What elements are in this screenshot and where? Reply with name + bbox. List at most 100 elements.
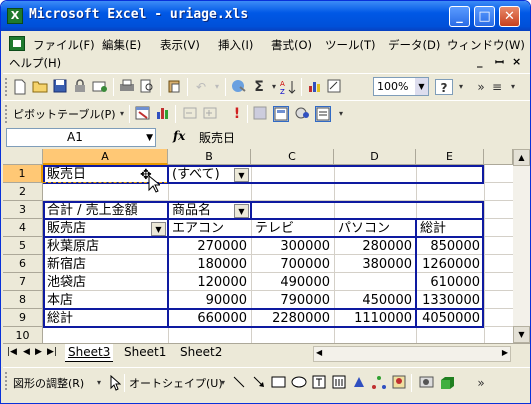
hide-detail-icon[interactable] xyxy=(183,106,199,122)
column-field-dropdown-button[interactable]: ▼ xyxy=(234,204,249,218)
autoshape-menu[interactable]: オートシェイプ(U) xyxy=(129,375,223,391)
paste-icon[interactable] xyxy=(166,79,182,95)
options-dropdown-icon[interactable]: ▾ xyxy=(505,79,521,95)
help-dropdown-icon[interactable]: ▾ xyxy=(453,79,469,95)
undo-icon[interactable]: ↶ xyxy=(193,79,209,95)
row-header-10[interactable]: 10 xyxy=(3,327,43,343)
cell-d7[interactable] xyxy=(334,274,416,292)
scroll-down-icon[interactable]: ▼ xyxy=(513,326,530,343)
cell-e7[interactable]: 610000 xyxy=(416,274,484,292)
row-header-3[interactable]: 3 xyxy=(3,201,43,219)
cell-d9[interactable]: 1110000 xyxy=(334,310,416,328)
formula-input[interactable]: 販売日 xyxy=(199,129,235,146)
mail-icon[interactable] xyxy=(92,79,108,95)
cell-b8[interactable]: 90000 xyxy=(168,292,251,310)
cell-b7[interactable]: 120000 xyxy=(168,274,251,292)
wordart-icon[interactable] xyxy=(351,375,367,391)
field-list-icon[interactable] xyxy=(315,106,331,122)
adjust-dropdown-icon[interactable]: ▾ xyxy=(91,375,107,391)
maximize-button[interactable]: □ xyxy=(474,6,495,27)
row-header-5[interactable]: 5 xyxy=(3,237,43,255)
cell-e5[interactable]: 850000 xyxy=(416,238,484,256)
cell-a7[interactable]: 池袋店 xyxy=(45,274,167,292)
cell-a8[interactable]: 本店 xyxy=(45,292,167,310)
menu-edit[interactable]: 編集(E) xyxy=(102,37,141,53)
more-icon[interactable]: » xyxy=(473,79,489,95)
hyperlink-icon[interactable] xyxy=(231,79,247,95)
3d-icon[interactable] xyxy=(439,375,455,391)
new-icon[interactable] xyxy=(12,79,28,95)
scroll-up-icon[interactable]: ▲ xyxy=(513,149,530,166)
cell-a4[interactable]: 販売店 xyxy=(45,220,150,238)
insert-function-icon[interactable]: fx xyxy=(173,129,185,143)
textbox-icon[interactable] xyxy=(311,375,327,391)
line-icon[interactable] xyxy=(231,375,247,391)
cell-d8[interactable]: 450000 xyxy=(334,292,416,310)
row-field-dropdown-button[interactable]: ▼ xyxy=(151,222,166,236)
menu-insert[interactable]: 挿入(I) xyxy=(218,37,253,53)
print-preview-icon[interactable] xyxy=(139,79,155,95)
cell-b5[interactable]: 270000 xyxy=(168,238,251,256)
select-all-corner[interactable] xyxy=(3,149,43,165)
cell-d4[interactable]: パソコン xyxy=(336,220,415,238)
more-icon[interactable]: » xyxy=(473,375,489,391)
row-header-8[interactable]: 8 xyxy=(3,291,43,309)
pivot-menu-dropdown-icon[interactable]: ▾ xyxy=(114,106,130,122)
row-header-4[interactable]: 4 xyxy=(3,219,43,237)
vertical-textbox-icon[interactable] xyxy=(331,375,347,391)
toolbar-grip[interactable] xyxy=(5,105,8,123)
draw-adjust-menu[interactable]: 図形の調整(R) xyxy=(13,375,84,391)
picture-icon[interactable] xyxy=(419,375,435,391)
next-sheet-icon[interactable]: ▶ xyxy=(35,347,42,357)
doc-close-button[interactable]: × xyxy=(512,55,521,68)
cell-e9[interactable]: 4050000 xyxy=(416,310,484,328)
cell-b3[interactable]: 商品名 xyxy=(170,202,236,220)
menu-view[interactable]: 表示(V) xyxy=(160,37,200,53)
last-sheet-icon[interactable]: ▶| xyxy=(47,347,57,357)
row-header-6[interactable]: 6 xyxy=(3,255,43,273)
column-header-c[interactable]: C xyxy=(251,149,334,165)
scroll-left-icon[interactable]: ◀ xyxy=(316,348,322,357)
menu-file[interactable]: ファイル(F) xyxy=(33,37,95,53)
workbook-icon[interactable] xyxy=(9,36,25,51)
cell-c9[interactable]: 2280000 xyxy=(251,310,334,328)
name-box[interactable]: A1 ▼ xyxy=(6,128,156,147)
tab-sheet2[interactable]: Sheet2 xyxy=(177,344,225,362)
arrow-icon[interactable] xyxy=(251,375,267,391)
toolbar-grip[interactable] xyxy=(5,372,8,390)
cell-a3[interactable]: 合計 / 売上金額 xyxy=(45,202,167,220)
cell-c5[interactable]: 300000 xyxy=(251,238,334,256)
include-hidden-icon[interactable] xyxy=(253,106,269,122)
toolbar-grip[interactable] xyxy=(5,78,8,96)
cell-e6[interactable]: 1260000 xyxy=(416,256,484,274)
menu-help[interactable]: ヘルプ(H) xyxy=(9,55,61,71)
prev-sheet-icon[interactable]: ◀ xyxy=(23,347,30,357)
chart-wizard-icon[interactable] xyxy=(307,79,323,95)
undo-dropdown-icon[interactable]: ▾ xyxy=(209,79,225,95)
title-bar[interactable]: X Microsoft Excel - uriage.xls _ □ ✕ xyxy=(1,1,530,31)
horizontal-scrollbar[interactable]: ◀ ▶ xyxy=(313,346,511,362)
autosum-icon[interactable]: Σ xyxy=(251,79,267,95)
excel-app-icon[interactable]: X xyxy=(7,8,23,24)
help-icon[interactable]: ? xyxy=(435,79,453,95)
show-detail-icon[interactable] xyxy=(203,106,219,122)
page-field-dropdown-button[interactable]: ▼ xyxy=(234,168,249,182)
menu-data[interactable]: データ(D) xyxy=(388,37,440,53)
menu-tools[interactable]: ツール(T) xyxy=(325,37,376,53)
cell-e4[interactable]: 総計 xyxy=(418,220,483,238)
chevron-down-icon[interactable]: ▼ xyxy=(415,78,428,95)
save-icon[interactable] xyxy=(52,79,68,95)
menu-window[interactable]: ウィンドウ(W) xyxy=(447,37,525,53)
column-header-f[interactable] xyxy=(484,149,513,165)
column-header-e[interactable]: E xyxy=(416,149,484,165)
cell-d6[interactable]: 380000 xyxy=(334,256,416,274)
row-header-1[interactable]: 1 xyxy=(3,165,43,183)
scroll-right-icon[interactable]: ▶ xyxy=(502,348,508,357)
oval-icon[interactable] xyxy=(291,375,307,391)
field-settings-icon[interactable] xyxy=(295,106,311,122)
worksheet-grid[interactable]: A B C D E 1 2 3 4 5 6 7 8 9 10 販売日 (すべて)… xyxy=(3,149,513,343)
permission-icon[interactable] xyxy=(72,79,88,95)
column-header-b[interactable]: B xyxy=(168,149,251,165)
print-icon[interactable] xyxy=(119,79,135,95)
pivot-table-menu[interactable]: ピボットテーブル(P) xyxy=(13,106,116,122)
